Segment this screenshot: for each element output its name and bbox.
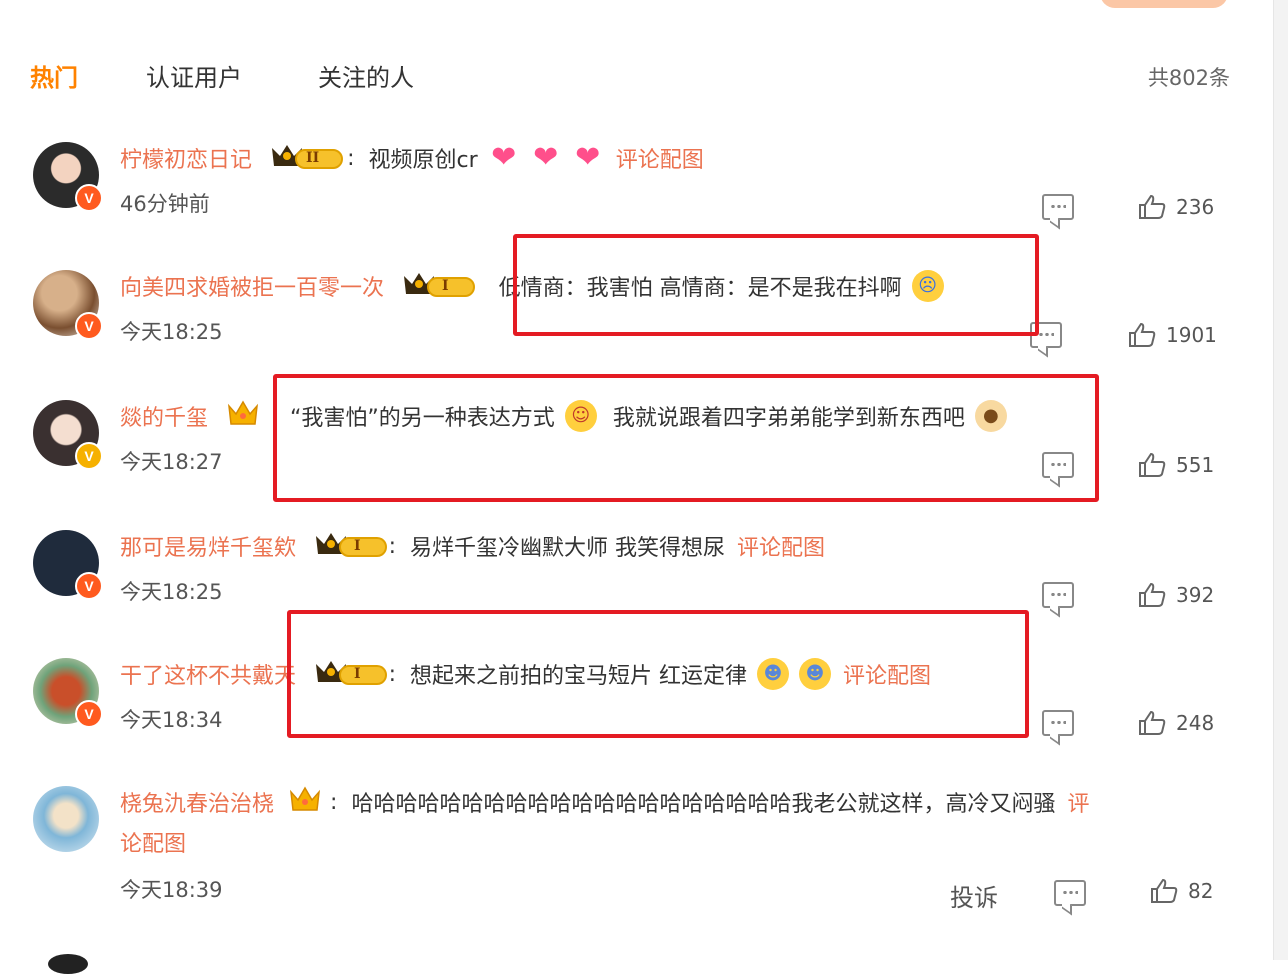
- timestamp: 46分钟前: [120, 192, 210, 216]
- like-count: 1901: [1166, 323, 1217, 347]
- top-action-pill[interactable]: [1100, 0, 1228, 8]
- avatar[interactable]: V: [33, 658, 103, 728]
- tab-following[interactable]: 关注的人: [318, 58, 414, 93]
- comment-count: 共802条: [1147, 66, 1230, 90]
- level-badge-text: I: [354, 538, 361, 554]
- timestamp: 今天18:25: [120, 580, 223, 604]
- verified-badge: V: [75, 572, 103, 600]
- crown-icon: [312, 656, 388, 692]
- reply-icon[interactable]: [1042, 452, 1074, 478]
- comment-line: 向美四求婚被拒一百零一次 I 低情商：我害怕 高情商：是不是我在抖啊 ☹: [120, 270, 944, 302]
- laugh-cry-emoji-icon: ☻: [757, 658, 789, 690]
- highlight-box: [273, 374, 1099, 502]
- grin-emoji-icon: ☺: [564, 400, 597, 432]
- timestamp: 今天18:27: [120, 450, 223, 474]
- thumbs-up-icon: [1151, 878, 1178, 903]
- like-count: 236: [1176, 195, 1215, 219]
- thumbs-up-icon: [1139, 452, 1166, 477]
- scrollbar-track[interactable]: [1273, 0, 1288, 960]
- verified-badge: V: [75, 442, 103, 470]
- heart-emoji-icon: ❤: [575, 140, 601, 175]
- comment-line: 桡兔氿春治治桡 : 哈哈哈哈哈哈哈哈哈哈哈哈哈哈哈哈哈哈哈哈我老公就这样，高冷又…: [120, 786, 1089, 818]
- comment-text: “我害怕”的另一种表达方式: [290, 406, 555, 431]
- comment-image-link-start[interactable]: 评: [1067, 786, 1089, 818]
- comment-text: 视频原创cr: [368, 148, 478, 173]
- username-link[interactable]: 干了这杯不共戴天: [120, 658, 296, 690]
- avatar[interactable]: V: [33, 142, 103, 212]
- like-button[interactable]: 236: [1138, 194, 1214, 220]
- level-badge-text: I: [442, 278, 449, 294]
- comment-text: 想起来之前拍的宝马短片 红运定律: [410, 664, 747, 689]
- report-link[interactable]: 投诉: [950, 878, 998, 913]
- timestamp: 今天18:25: [120, 320, 223, 344]
- like-count: 82: [1188, 879, 1214, 903]
- heart-emoji-icon: ❤: [533, 140, 559, 175]
- comment-image-link[interactable]: 评论配图: [737, 530, 825, 562]
- comment-text: 哈哈哈哈哈哈哈哈哈哈哈哈哈哈哈哈哈哈哈哈我老公就这样，高冷又闷骚: [351, 792, 1056, 817]
- username-link[interactable]: 桡兔氿春治治桡: [120, 786, 274, 818]
- next-avatar-partial: [48, 954, 88, 974]
- small-crown-icon: [288, 784, 322, 820]
- timestamp: 今天18:39: [120, 878, 223, 902]
- reply-icon[interactable]: [1030, 322, 1062, 348]
- like-count: 551: [1176, 453, 1215, 477]
- comment-line: 干了这杯不共戴天 I : 想起来之前拍的宝马短片 红运定律 ☻ ☻ 评论配图: [120, 658, 931, 690]
- thumbs-up-icon: [1139, 582, 1166, 607]
- comment-text: 低情商：我害怕 高情商：是不是我在抖啊: [498, 276, 902, 301]
- reply-icon[interactable]: [1054, 880, 1086, 906]
- avatar[interactable]: [33, 786, 99, 852]
- comment-image-link[interactable]: 评论配图: [843, 658, 931, 690]
- reply-icon[interactable]: [1042, 582, 1074, 608]
- crown-icon: [312, 528, 388, 564]
- like-count: 248: [1176, 711, 1215, 735]
- like-count: 392: [1176, 583, 1215, 607]
- avatar[interactable]: V: [33, 400, 103, 470]
- thumbs-up-icon: [1139, 710, 1166, 735]
- comment-image-link[interactable]: 评论配图: [616, 142, 704, 174]
- tab-hot[interactable]: 热门: [30, 58, 78, 93]
- username-link[interactable]: 那可是易烊千玺欸: [120, 530, 296, 562]
- avatar[interactable]: V: [33, 270, 103, 340]
- verified-badge: V: [75, 184, 103, 212]
- verified-badge: V: [75, 700, 103, 728]
- crying-emoji-icon: ☹: [911, 270, 944, 302]
- like-button[interactable]: 82: [1150, 878, 1213, 904]
- timestamp: 今天18:34: [120, 708, 223, 732]
- comment-text-continued: 我就说跟着四字弟弟能学到新东西吧: [612, 406, 965, 431]
- reply-icon[interactable]: [1042, 710, 1074, 736]
- small-crown-icon: [226, 398, 260, 434]
- tab-verified-users[interactable]: 认证用户: [146, 58, 242, 93]
- comment-image-link[interactable]: 论配图: [120, 826, 186, 858]
- comment-text: 易烊千玺冷幽默大师 我笑得想尿: [410, 536, 725, 561]
- level-badge-text: I: [354, 666, 361, 682]
- comment-line-wrap: 论配图: [120, 826, 186, 858]
- crown-icon: [400, 268, 476, 304]
- reply-icon[interactable]: [1042, 194, 1074, 220]
- comment-line: 燚的千玺 “我害怕”的另一种表达方式 ☺ 我就说跟着四字弟弟能学到新东西吧 ●: [120, 400, 1007, 432]
- like-button[interactable]: 248: [1138, 710, 1214, 736]
- like-button[interactable]: 392: [1138, 582, 1214, 608]
- username-link[interactable]: 柠檬初恋日记: [120, 142, 252, 174]
- laugh-cry-emoji-icon: ☻: [799, 658, 831, 690]
- level-badge-text: II: [306, 150, 320, 166]
- username-link[interactable]: 燚的千玺: [120, 400, 208, 432]
- dog-emoji-icon: ●: [974, 400, 1007, 432]
- avatar[interactable]: V: [33, 530, 103, 600]
- heart-emoji-icon: ❤: [491, 140, 517, 175]
- like-button[interactable]: 551: [1138, 452, 1214, 478]
- comment-line: 柠檬初恋日记 II : 视频原创cr ❤ ❤ ❤ 评论配图: [120, 140, 704, 175]
- comment-line: 那可是易烊千玺欸 I : 易烊千玺冷幽默大师 我笑得想尿 评论配图: [120, 530, 825, 562]
- like-button[interactable]: 1901: [1128, 322, 1217, 348]
- verified-badge: V: [75, 312, 103, 340]
- username-link[interactable]: 向美四求婚被拒一百零一次: [120, 270, 384, 302]
- thumbs-up-icon: [1139, 194, 1166, 219]
- thumbs-up-icon: [1129, 322, 1156, 347]
